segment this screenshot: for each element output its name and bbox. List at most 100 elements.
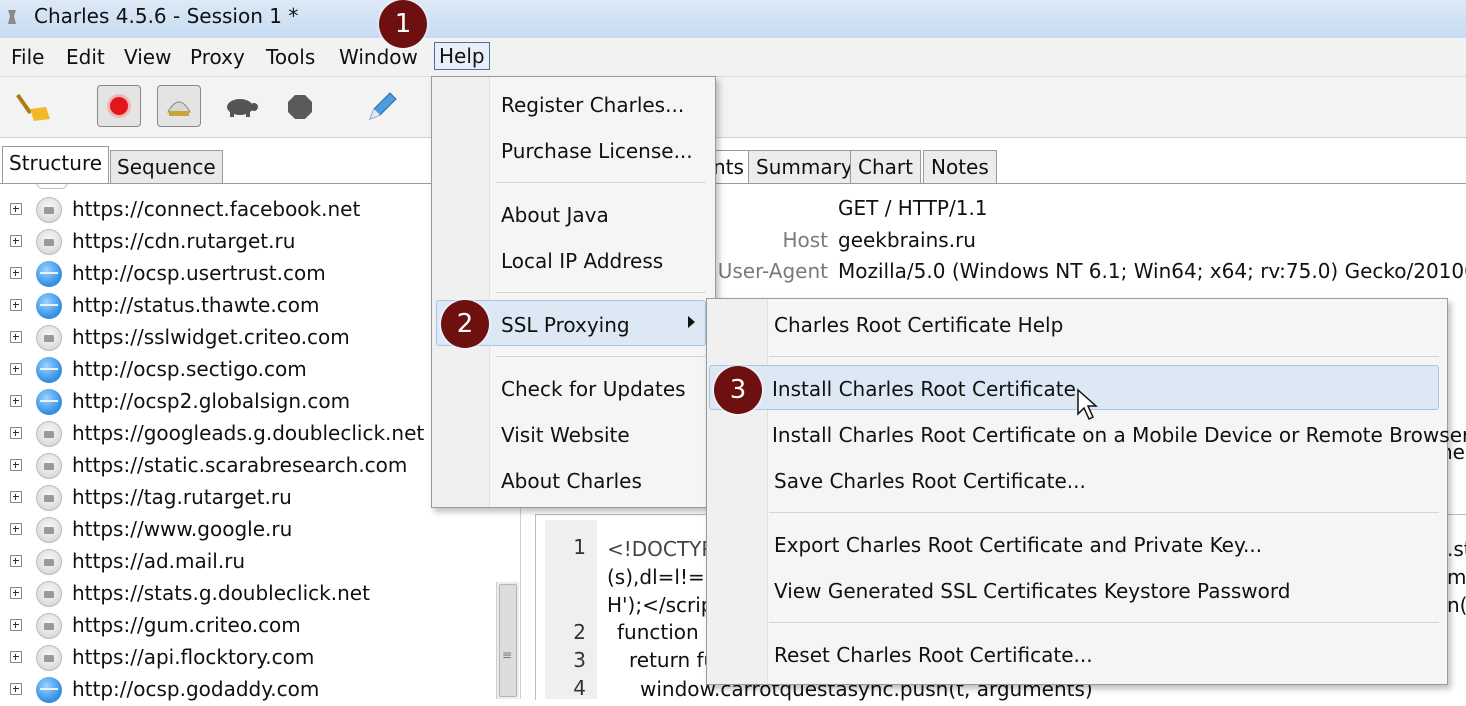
menu-bar: File Edit View Proxy Tools Window Help (0, 38, 1466, 77)
tree-row[interactable]: https://www.google.ru (0, 514, 500, 546)
right-tab-divider (701, 183, 1466, 184)
host-tree: https://connect.facebook.net https://cdn.… (0, 194, 500, 703)
tree-row[interactable]: http://ocsp.sectigo.com (0, 354, 500, 386)
host-url: https://www.google.ru (72, 517, 293, 541)
tab-chart[interactable]: Chart (850, 150, 921, 184)
menu-help[interactable]: Help (434, 42, 490, 70)
menu-item-check-updates[interactable]: Check for Updates (501, 377, 686, 401)
tree-row[interactable]: https://connect.facebook.net (0, 194, 500, 226)
menu-item-about-java[interactable]: About Java (501, 203, 609, 227)
tree-row[interactable]: https://static.scarabresearch.com (0, 450, 500, 482)
charles-app-icon (8, 10, 16, 24)
scrollbar-thumb[interactable] (499, 584, 517, 697)
host-url: http://ocsp.usertrust.com (72, 261, 326, 285)
line-number: 2 (573, 620, 586, 644)
expand-icon[interactable] (10, 363, 22, 375)
submenu-item-reset-root[interactable]: Reset Charles Root Certificate... (774, 643, 1093, 667)
expand-icon[interactable] (10, 299, 22, 311)
clear-session-button[interactable] (14, 85, 58, 127)
tab-notes[interactable]: Notes (923, 150, 997, 184)
callout-step-2: 2 (441, 300, 489, 348)
submenu-item-save-root[interactable]: Save Charles Root Certificate... (774, 469, 1086, 493)
menu-edit[interactable]: Edit (66, 45, 105, 69)
lock-host-icon (36, 645, 62, 671)
tab-sequence[interactable]: Sequence (110, 150, 223, 184)
host-url: https://googleads.g.doubleclick.net (72, 421, 425, 445)
breakpoints-button[interactable] (218, 85, 262, 127)
code-text: H');</scrip (607, 593, 714, 617)
expand-icon[interactable] (10, 267, 22, 279)
tab-structure[interactable]: Structure (2, 146, 110, 184)
tree-row[interactable]: http://ocsp.usertrust.com (0, 258, 500, 290)
lock-host-icon (36, 421, 62, 447)
expand-icon[interactable] (10, 587, 22, 599)
tab-summary[interactable]: Summary (748, 150, 861, 184)
menu-item-visit-website[interactable]: Visit Website (501, 423, 630, 447)
lock-host-icon (36, 485, 62, 511)
expand-icon[interactable] (10, 395, 22, 407)
menu-tools[interactable]: Tools (266, 45, 315, 69)
code-line: H');</scrip (607, 593, 713, 617)
expand-icon[interactable] (10, 491, 22, 503)
submenu-item-view-keystore[interactable]: View Generated SSL Certificates Keystore… (774, 579, 1290, 603)
mouse-cursor-icon (1077, 388, 1098, 421)
menu-separator (496, 182, 706, 183)
tree-row[interactable]: https://tag.rutarget.ru (0, 482, 500, 514)
tree-row[interactable]: https://api.flocktory.com (0, 642, 500, 674)
menu-separator (769, 512, 1439, 513)
expand-icon[interactable] (10, 459, 22, 471)
tree-row[interactable]: http://ocsp2.globalsign.com (0, 386, 500, 418)
tree-row[interactable]: https://googleads.g.doubleclick.net (0, 418, 500, 450)
expand-icon[interactable] (10, 555, 22, 567)
menu-file[interactable]: File (11, 45, 44, 69)
host-url: http://status.thawte.com (72, 293, 320, 317)
expand-icon[interactable] (10, 683, 22, 695)
throttle-button[interactable] (157, 85, 201, 127)
menu-item-register[interactable]: Register Charles... (501, 93, 684, 117)
expand-icon[interactable] (10, 651, 22, 663)
globe-icon (36, 389, 62, 415)
expand-icon[interactable] (10, 427, 22, 439)
code-line: function (617, 620, 699, 644)
title-bar: Charles 4.5.6 - Session 1 * (0, 0, 1466, 38)
tree-scrollbar[interactable]: ≡ (496, 582, 519, 699)
tree-row[interactable]: https://sslwidget.criteo.com (0, 322, 500, 354)
globe-icon (36, 293, 62, 319)
tree-row[interactable]: https://gum.criteo.com (0, 610, 500, 642)
window-title: Charles 4.5.6 - Session 1 * (34, 4, 299, 28)
submenu-item-root-help[interactable]: Charles Root Certificate Help (774, 313, 1063, 337)
tree-row[interactable]: https://ad.mail.ru (0, 546, 500, 578)
expand-icon[interactable] (10, 523, 22, 535)
toolbar (0, 77, 1466, 138)
menu-separator (496, 292, 706, 293)
compose-button[interactable] (360, 85, 404, 127)
submenu-item-install-mobile[interactable]: Install Charles Root Certificate on a Mo… (772, 423, 1466, 447)
submenu-item-export-root[interactable]: Export Charles Root Certificate and Priv… (774, 533, 1262, 557)
host-url: http://ocsp.sectigo.com (72, 357, 307, 381)
line-number: 4 (573, 676, 586, 700)
menu-proxy[interactable]: Proxy (190, 45, 245, 69)
tree-row[interactable]: http://status.thawte.com (0, 290, 500, 322)
expand-icon[interactable] (10, 235, 22, 247)
host-url: http://ocsp2.globalsign.com (72, 389, 351, 413)
expand-icon[interactable] (10, 619, 22, 631)
menu-item-about-charles[interactable]: About Charles (501, 469, 642, 493)
expand-icon[interactable] (10, 331, 22, 343)
menu-view[interactable]: View (124, 45, 171, 69)
host-url: https://stats.g.doubleclick.net (72, 581, 370, 605)
partial-row-icon (36, 182, 68, 189)
request-line: GET / HTTP/1.1 (838, 196, 988, 220)
globe-icon (36, 261, 62, 287)
menu-item-local-ip[interactable]: Local IP Address (501, 249, 663, 273)
host-url: https://cdn.rutarget.ru (72, 229, 296, 253)
stop-icon (288, 95, 312, 119)
tree-row[interactable]: https://stats.g.doubleclick.net (0, 578, 500, 610)
menu-window[interactable]: Window (339, 45, 418, 69)
record-button[interactable] (97, 85, 141, 127)
menu-item-purchase[interactable]: Purchase License... (501, 139, 693, 163)
tree-row[interactable]: http://ocsp.godaddy.com (0, 674, 500, 706)
expand-icon[interactable] (10, 203, 22, 215)
tree-row[interactable]: https://cdn.rutarget.ru (0, 226, 500, 258)
stop-button[interactable] (278, 85, 322, 127)
lock-host-icon (36, 229, 62, 255)
